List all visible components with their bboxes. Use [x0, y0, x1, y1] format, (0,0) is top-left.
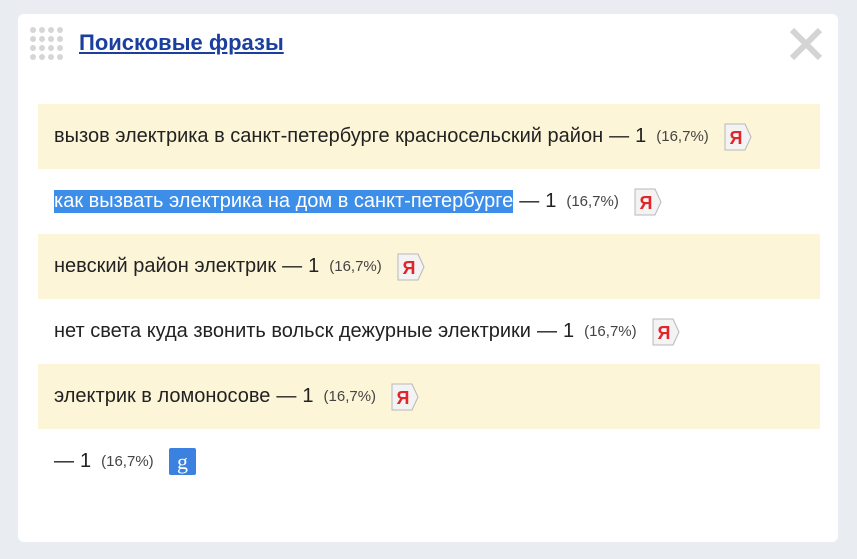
phrase-text: нет света куда звонить вольск дежурные э… [54, 320, 531, 342]
google-icon[interactable]: g [168, 447, 198, 476]
phrase-count: 1 [635, 125, 647, 147]
phrase-count: 1 [308, 255, 320, 277]
phrase-count: 1 [302, 385, 314, 407]
phrase-row: электрик в ломоносове —1 (16,7%) Я [38, 364, 820, 429]
dash-separator: — [609, 125, 630, 147]
phrase-percent: (16,7%) [656, 128, 709, 145]
phrase-text: электрик в ломоносове [54, 385, 271, 407]
yandex-icon[interactable]: Я [633, 188, 663, 216]
phrase-row: нет света куда звонить вольск дежурные э… [38, 299, 820, 364]
phrase-count: 1 [562, 320, 575, 342]
yandex-icon[interactable]: Я [396, 253, 426, 281]
phrase-row: — 1 (16,7%) g [38, 429, 820, 494]
yandex-icon[interactable]: Я [723, 123, 753, 151]
drag-handle-icon[interactable] [30, 27, 64, 61]
phrase-text: невский район электрик [54, 255, 277, 277]
phrase-text: вызов электрика в санкт-петербурге красн… [54, 125, 604, 147]
phrase-row: вызов электрика в санкт-петербурге красн… [38, 104, 820, 169]
yandex-icon[interactable]: Я [390, 383, 420, 411]
phrase-percent: (16,7%) [323, 388, 377, 405]
svg-text:g: g [177, 449, 188, 474]
phrase-percent: (16,7%) [566, 193, 619, 210]
phrase-percent: (16,7%) [329, 258, 382, 275]
phrase-row: невский район электрик —1 (16,7%) Я [38, 234, 820, 299]
phrase-count: 1 [80, 450, 92, 472]
svg-text:Я: Я [729, 128, 742, 148]
phrase-percent: (16,7%) [101, 453, 154, 470]
dash-separator: — [282, 255, 303, 277]
svg-text:Я: Я [397, 388, 410, 408]
phrase-count: 1 [545, 190, 557, 212]
phrase-list: вызов электрика в санкт-петербурге красн… [38, 104, 820, 494]
search-phrases-panel: Поисковые фразы вызов электрика в санкт-… [18, 14, 838, 542]
dash-separator: — [519, 190, 540, 212]
panel-title-link[interactable]: Поисковые фразы [79, 30, 284, 56]
svg-text:Я: Я [639, 193, 652, 213]
svg-text:Я: Я [657, 323, 670, 343]
dash-separator: — [54, 450, 74, 472]
dash-separator: — [276, 385, 297, 407]
phrase-percent: (16,7%) [584, 323, 637, 340]
phrase-row: как вызвать электрика на дом в санкт-пет… [38, 169, 820, 234]
dash-separator: — [536, 320, 557, 342]
yandex-icon[interactable]: Я [651, 318, 681, 346]
svg-text:Я: Я [402, 258, 415, 278]
phrase-text: как вызвать электрика на дом в санкт-пет… [54, 190, 514, 213]
close-icon[interactable] [786, 24, 826, 64]
